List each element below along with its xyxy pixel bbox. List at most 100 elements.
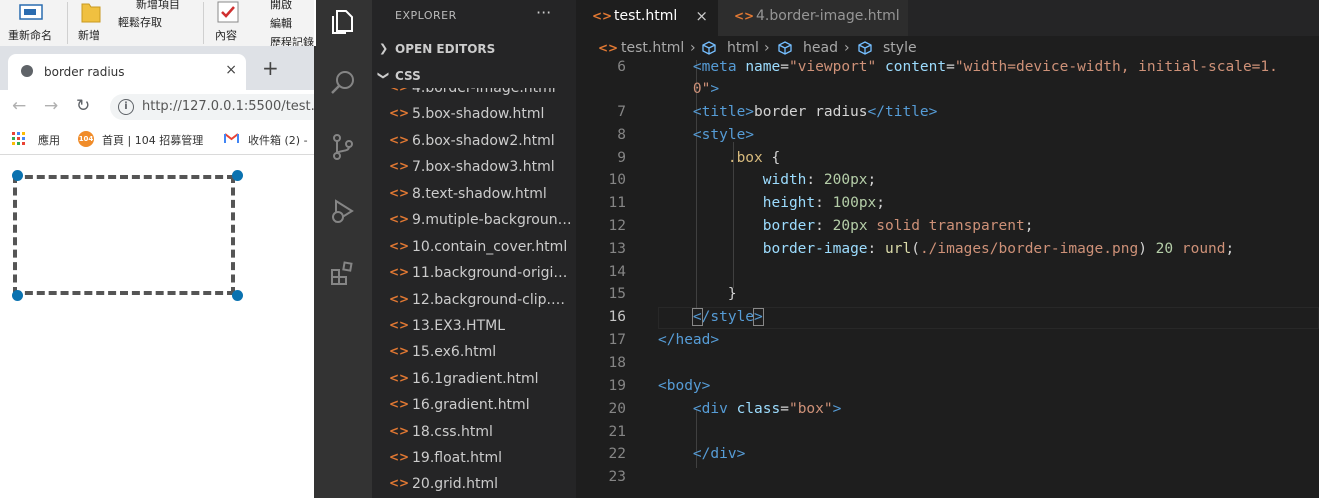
properties-label[interactable]: 內容: [215, 27, 237, 43]
resize-handle[interactable]: [12, 290, 23, 301]
code-line: height: 100px;: [762, 195, 886, 211]
open-label[interactable]: 開啟: [270, 0, 292, 12]
file-item[interactable]: <>9.mutiple-background.html: [372, 208, 576, 234]
line-number: 13: [608, 241, 626, 257]
explorer-title: EXPLORER: [395, 9, 457, 22]
html-file-icon: <>: [389, 186, 410, 200]
file-name: 12.background-clip.html: [412, 292, 572, 308]
browser-navbar: ← → ↻ i http://127.0.0.1:5500/test.html: [0, 90, 314, 124]
tab-label: test.html: [614, 8, 678, 24]
code-line: width: 200px;: [762, 172, 877, 188]
chevron-right-icon: ❯: [379, 42, 389, 55]
html-file-icon: <>: [389, 106, 410, 120]
tab-close-icon[interactable]: ×: [695, 7, 708, 25]
search-icon[interactable]: [328, 68, 358, 98]
line-number: 21: [608, 424, 626, 440]
apps-grid-icon[interactable]: [12, 132, 26, 146]
bookmark-apps[interactable]: 應用: [38, 132, 60, 148]
new-tab-icon[interactable]: +: [262, 56, 279, 80]
file-item[interactable]: <> 5.box-shadow.html: [372, 102, 576, 128]
edit-label[interactable]: 編輯: [270, 15, 292, 31]
ribbon-divider: [67, 2, 68, 44]
html-file-icon: <>: [389, 265, 410, 279]
file-name: 6.box-shadow2.html: [412, 133, 555, 149]
new-item-label[interactable]: 新增項目: [136, 0, 180, 12]
line-number: 7: [617, 104, 626, 120]
file-item[interactable]: <> 16.1gradient.html: [372, 367, 576, 393]
code-line: </head>: [658, 332, 720, 348]
file-item[interactable]: <> 16.gradient.html: [372, 393, 576, 419]
breadcrumb-separator: ›: [764, 40, 770, 56]
resize-handle[interactable]: [232, 290, 243, 301]
file-name: 15.ex6.html: [412, 344, 497, 360]
source-control-icon[interactable]: [328, 132, 358, 162]
file-name: 7.box-shadow3.html: [412, 159, 555, 175]
file-item[interactable]: <> 8.text-shadow.html: [372, 182, 576, 208]
html-file-icon: <>: [389, 450, 410, 464]
file-item[interactable]: <> 6.box-shadow2.html: [372, 129, 576, 155]
open-editors-section[interactable]: ❯ OPEN EDITORS: [372, 38, 576, 62]
resize-handle[interactable]: [12, 170, 23, 181]
breadcrumb-item[interactable]: html: [727, 40, 759, 56]
browser-tab-border-radius[interactable]: border radius ×: [8, 54, 246, 90]
html-file-icon: <>: [389, 424, 410, 438]
bookmark-gmail[interactable]: 收件箱 (2) -: [248, 132, 308, 148]
breadcrumb-item[interactable]: style: [883, 40, 917, 56]
properties-icon[interactable]: [216, 0, 240, 24]
file-item[interactable]: <> 15.ex6.html: [372, 340, 576, 366]
file-item[interactable]: <> 13.EX3.HTML: [372, 314, 576, 340]
code-area[interactable]: 6 7 8 9 10 11 12 13 14 15 16 17 18 19 20…: [576, 59, 1319, 498]
line-number: 23: [608, 469, 626, 485]
address-bar[interactable]: i http://127.0.0.1:5500/test.html: [110, 94, 314, 120]
editor-tab-border-image[interactable]: <> 4.border-image.html: [718, 0, 908, 36]
file-name: 16.1gradient.html: [412, 371, 539, 387]
gmail-icon[interactable]: [224, 133, 239, 144]
html-file-icon: <>: [734, 9, 755, 23]
active-indicator: [314, 0, 316, 46]
file-name: 5.box-shadow.html: [412, 106, 545, 122]
address-url[interactable]: http://127.0.0.1:5500/test.html: [142, 99, 314, 114]
file-item[interactable]: <> 19.float.html: [372, 446, 576, 472]
element-cube-icon: [778, 41, 792, 55]
rename-icon[interactable]: [18, 2, 46, 24]
easy-access-label[interactable]: 輕鬆存取: [118, 14, 162, 30]
extensions-icon[interactable]: [328, 258, 358, 288]
tab-close-icon[interactable]: ×: [225, 62, 237, 78]
file-item[interactable]: <>11.background-origin.html: [372, 261, 576, 287]
site-info-icon[interactable]: i: [118, 99, 134, 115]
globe-icon: [21, 65, 33, 77]
more-actions-icon[interactable]: ···: [536, 3, 551, 22]
open-editors-label: OPEN EDITORS: [395, 42, 496, 56]
run-debug-icon[interactable]: [328, 196, 358, 226]
breadcrumb-item[interactable]: head: [803, 40, 838, 56]
reload-icon[interactable]: ↻: [76, 96, 90, 116]
rename-label[interactable]: 重新命名: [8, 27, 52, 43]
file-item[interactable]: <> 10.contain_cover.html: [372, 235, 576, 261]
bookmark-104[interactable]: 首頁 | 104 招募管理: [102, 132, 203, 148]
new-folder-label[interactable]: 新增: [78, 27, 100, 43]
forward-icon[interactable]: →: [44, 96, 58, 116]
code-line: <style>: [692, 127, 755, 143]
html-file-icon: <>: [389, 318, 410, 332]
explorer-files-icon[interactable]: [328, 7, 358, 37]
line-number: 6: [617, 59, 626, 75]
tab-label: 4.border-image.html: [756, 8, 900, 24]
file-item[interactable]: <> 20.grid.html: [372, 472, 576, 498]
file-item[interactable]: <> 7.box-shadow3.html: [372, 155, 576, 181]
editor-tab-test-html[interactable]: <> test.html ×: [576, 0, 718, 36]
line-number-current: 16: [608, 309, 626, 325]
line-number: 17: [608, 332, 626, 348]
html-file-icon: <>: [592, 9, 613, 23]
bookmarks-bar: 應用 104 首頁 | 104 招募管理 收件箱 (2) -: [0, 124, 314, 155]
page-viewport: [0, 155, 314, 498]
line-number: 11: [608, 195, 626, 211]
folder-css-section-sticky[interactable]: ❯ CSS: [372, 65, 576, 89]
back-icon[interactable]: ←: [12, 96, 26, 116]
resize-handle[interactable]: [232, 170, 243, 181]
new-folder-icon[interactable]: [80, 0, 102, 24]
breadcrumb-item[interactable]: test.html: [621, 40, 684, 56]
file-item[interactable]: <> 12.background-clip.html: [372, 288, 576, 314]
file-item[interactable]: <> 18.css.html: [372, 420, 576, 446]
html-file-icon: <>: [389, 344, 410, 358]
code-line: .box {: [727, 150, 781, 166]
